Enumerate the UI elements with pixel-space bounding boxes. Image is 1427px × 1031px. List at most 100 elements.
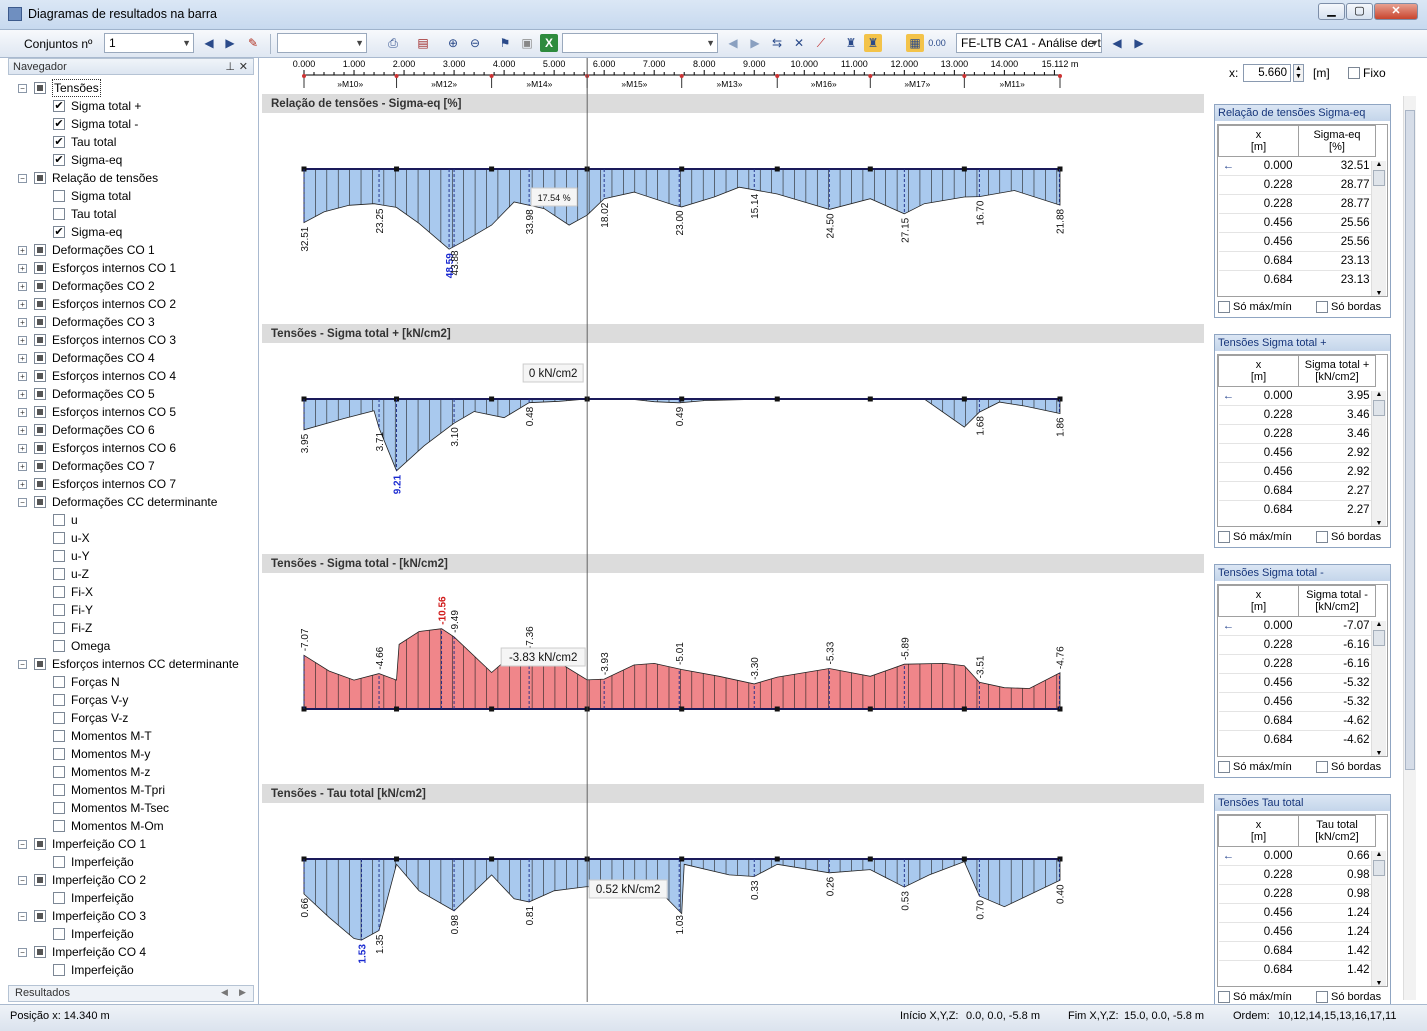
scroll-up-icon[interactable]: ▲: [1372, 851, 1386, 858]
table-row[interactable]: 0.684 2.27: [1218, 500, 1376, 520]
nav-checkbox[interactable]: [34, 496, 46, 508]
expand-icon[interactable]: +: [18, 300, 27, 309]
collapse-icon[interactable]: −: [18, 84, 27, 93]
nav-checkbox[interactable]: [53, 928, 65, 940]
nav-checkbox[interactable]: [34, 478, 46, 490]
nav-checkbox[interactable]: ✔: [53, 226, 65, 238]
nav-checkbox[interactable]: ✔: [53, 154, 65, 166]
pin-icon[interactable]: ⊥: [225, 59, 235, 76]
scroll-thumb[interactable]: [1373, 630, 1385, 646]
collapse-icon[interactable]: −: [18, 948, 27, 957]
nav-checkbox[interactable]: [53, 586, 65, 598]
axes-icon[interactable]: ✕: [790, 34, 808, 52]
table-row[interactable]: 0.228 -6.16: [1218, 654, 1376, 674]
expand-icon[interactable]: +: [18, 426, 27, 435]
scroll-thumb[interactable]: [1373, 860, 1385, 876]
scroll-thumb[interactable]: [1405, 110, 1415, 770]
scroll-down-icon[interactable]: ▼: [1372, 520, 1386, 526]
nav-checkbox[interactable]: [34, 334, 46, 346]
nav-checkbox[interactable]: [53, 892, 65, 904]
table-row[interactable]: 0.684 2.27: [1218, 481, 1376, 501]
nav-checkbox[interactable]: [53, 604, 65, 616]
scroll-up-icon[interactable]: ▲: [1372, 161, 1386, 168]
minimize-button[interactable]: ▁: [1318, 3, 1345, 20]
panel-scrollbar[interactable]: ▲ ▼: [1371, 161, 1386, 296]
table-row[interactable]: 0.456 2.92: [1218, 443, 1376, 463]
scroll-up-icon[interactable]: ▲: [1372, 391, 1386, 398]
scroll-thumb[interactable]: [1373, 170, 1385, 186]
table-row[interactable]: 0.456 -5.32: [1218, 673, 1376, 693]
nav-checkbox[interactable]: [53, 550, 65, 562]
bordas-checkbox[interactable]: [1316, 991, 1328, 1003]
scroll-down-icon[interactable]: ▼: [1372, 750, 1386, 756]
maximize-button[interactable]: ▢: [1346, 3, 1373, 20]
expand-icon[interactable]: +: [18, 282, 27, 291]
table-row[interactable]: 0.228 28.77: [1218, 194, 1376, 214]
nav-checkbox[interactable]: ✔: [53, 136, 65, 148]
nav-checkbox[interactable]: [34, 352, 46, 364]
table-row[interactable]: ← 0.000 0.66: [1218, 846, 1376, 866]
nav-checkbox[interactable]: [53, 190, 65, 202]
expand-icon[interactable]: +: [18, 372, 27, 381]
expand-icon[interactable]: +: [18, 480, 27, 489]
panel-scrollbar[interactable]: ▲ ▼: [1371, 621, 1386, 756]
previous-icon[interactable]: ◀: [724, 34, 742, 52]
empty-combo-2[interactable]: ▼: [562, 33, 718, 53]
collapse-icon[interactable]: −: [18, 876, 27, 885]
table-row[interactable]: 0.228 0.98: [1218, 884, 1376, 904]
section-icon[interactable]: ♜: [842, 34, 860, 52]
nav-checkbox[interactable]: [34, 406, 46, 418]
collapse-icon[interactable]: −: [18, 498, 27, 507]
zoom-out-icon[interactable]: ⊖: [466, 34, 484, 52]
bordas-checkbox[interactable]: [1316, 531, 1328, 543]
expand-icon[interactable]: +: [18, 408, 27, 417]
next-icon[interactable]: ▶: [221, 34, 239, 52]
table-row[interactable]: 0.456 1.24: [1218, 903, 1376, 923]
zoom-in-icon[interactable]: ⊕: [444, 34, 462, 52]
nav-checkbox[interactable]: [34, 370, 46, 382]
expand-icon[interactable]: +: [18, 264, 27, 273]
table-row[interactable]: 0.684 -4.62: [1218, 711, 1376, 731]
table-icon[interactable]: ▦: [906, 34, 924, 52]
nav-checkbox[interactable]: [53, 784, 65, 796]
next-icon[interactable]: ▶: [1130, 34, 1148, 52]
expand-icon[interactable]: +: [18, 318, 27, 327]
table-row[interactable]: ← 0.000 32.51: [1218, 156, 1376, 176]
nav-checkbox[interactable]: [34, 424, 46, 436]
nav-checkbox[interactable]: [34, 298, 46, 310]
values-icon[interactable]: 0.00: [928, 34, 946, 52]
bordas-checkbox[interactable]: [1316, 301, 1328, 313]
expand-icon[interactable]: +: [18, 336, 27, 345]
member-icon[interactable]: ⇆: [768, 34, 786, 52]
print-icon[interactable]: ⎙: [384, 34, 402, 52]
main-vertical-scrollbar[interactable]: [1403, 96, 1416, 1000]
nav-checkbox[interactable]: [53, 730, 65, 742]
nav-checkbox[interactable]: [34, 658, 46, 670]
table-row[interactable]: ← 0.000 3.95: [1218, 386, 1376, 406]
charts-svg[interactable]: Relação de tensões - Sigma-eq [%] 32.51 23…: [262, 94, 1204, 1002]
panel-scrollbar[interactable]: ▲ ▼: [1371, 391, 1386, 526]
table-row[interactable]: 0.456 1.24: [1218, 922, 1376, 942]
maxmin-checkbox[interactable]: [1218, 531, 1230, 543]
scroll-down-icon[interactable]: ▼: [1372, 290, 1386, 296]
table-row[interactable]: 0.684 1.42: [1218, 941, 1376, 961]
pick-icon[interactable]: ✎: [244, 34, 262, 52]
bar-ruler[interactable]: 0.000 1.000 2.000 3.000 4.000 5.000 6.000 7.000…: [262, 58, 1204, 94]
x-spinner[interactable]: ▲ ▼: [1293, 64, 1304, 82]
save-icon[interactable]: ▣: [518, 34, 536, 52]
nav-checkbox[interactable]: [34, 874, 46, 886]
maxmin-checkbox[interactable]: [1218, 761, 1230, 773]
nav-checkbox[interactable]: [34, 946, 46, 958]
panel-scrollbar[interactable]: ▲ ▼: [1371, 851, 1386, 986]
fixo-checkbox[interactable]: [1348, 67, 1360, 79]
expand-icon[interactable]: +: [18, 444, 27, 453]
expand-icon[interactable]: +: [18, 390, 27, 399]
table-row[interactable]: 0.228 3.46: [1218, 405, 1376, 425]
graph-options-icon[interactable]: ▤: [414, 34, 432, 52]
section-active-icon[interactable]: ♜: [864, 34, 882, 52]
previous-icon[interactable]: ◀: [1108, 34, 1126, 52]
nav-checkbox[interactable]: [53, 622, 65, 634]
nav-checkbox[interactable]: [53, 568, 65, 580]
nav-checkbox[interactable]: [34, 910, 46, 922]
nav-checkbox[interactable]: [34, 460, 46, 472]
